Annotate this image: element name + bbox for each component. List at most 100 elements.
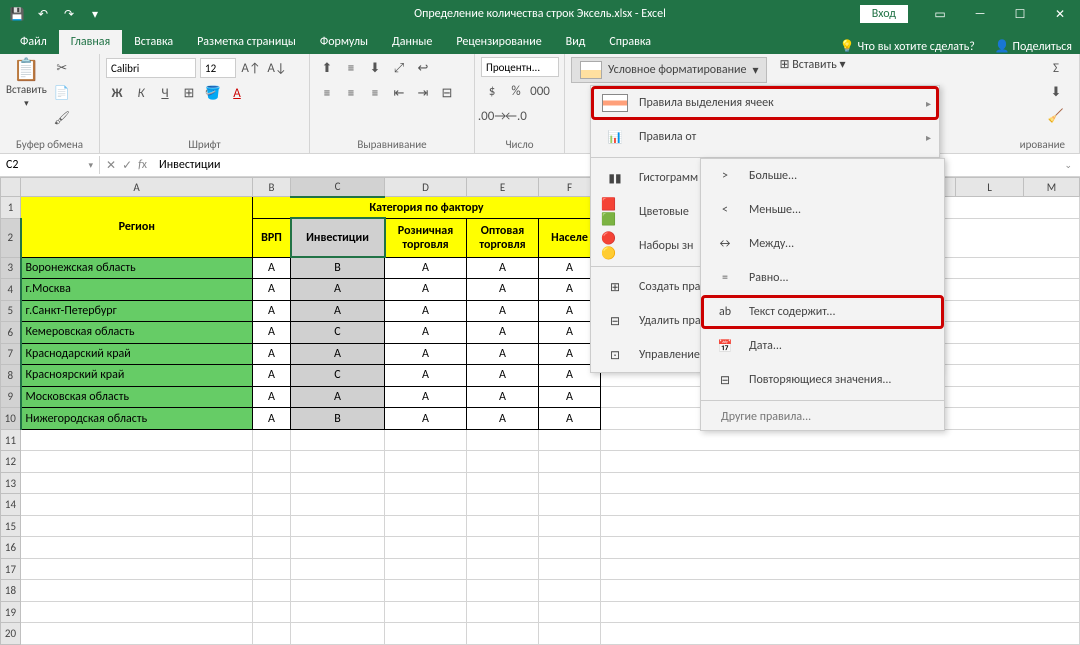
cell[interactable]: Воронежская область bbox=[21, 257, 253, 279]
cell[interactable]: A bbox=[291, 279, 385, 301]
cell[interactable]: A bbox=[253, 300, 291, 322]
cell[interactable]: A bbox=[539, 408, 601, 430]
cell[interactable]: A bbox=[253, 279, 291, 301]
row-header[interactable]: 5 bbox=[1, 300, 21, 322]
menu-date-occurring[interactable]: 📅Дата... bbox=[701, 329, 944, 363]
align-bottom-icon[interactable]: ⬇ bbox=[364, 57, 386, 79]
decrease-font-icon[interactable]: A↓ bbox=[266, 57, 288, 79]
cell[interactable]: A bbox=[385, 279, 467, 301]
row-header[interactable]: 1 bbox=[1, 197, 21, 219]
menu-greater-than[interactable]: >Больше... bbox=[701, 159, 944, 193]
bold-icon[interactable]: Ж bbox=[106, 82, 128, 104]
col-header[interactable]: E bbox=[467, 178, 539, 197]
percent-icon[interactable]: % bbox=[505, 80, 527, 102]
cell[interactable]: A bbox=[539, 386, 601, 408]
qat-customize-icon[interactable]: ▾ bbox=[86, 5, 104, 23]
cell[interactable]: A bbox=[467, 386, 539, 408]
format-painter-icon[interactable]: 🖌 bbox=[51, 107, 73, 129]
col-header[interactable]: D bbox=[385, 178, 467, 197]
menu-text-contains[interactable]: abТекст содержит... bbox=[701, 295, 944, 329]
orientation-icon[interactable]: ⤢ bbox=[388, 57, 410, 79]
cell[interactable]: A bbox=[467, 408, 539, 430]
tab-file[interactable]: Файл bbox=[8, 30, 59, 54]
tab-data[interactable]: Данные bbox=[380, 30, 444, 54]
cell[interactable]: A bbox=[291, 386, 385, 408]
fill-icon[interactable]: ⬇ bbox=[1045, 81, 1067, 103]
row-header[interactable]: 11 bbox=[1, 429, 21, 451]
cell[interactable]: A bbox=[467, 257, 539, 279]
tellme[interactable]: 💡 Что вы хотите сделать? bbox=[840, 39, 975, 54]
cell[interactable]: г.Москва bbox=[21, 279, 253, 301]
conditional-formatting-button[interactable]: Условное форматирование ▾ bbox=[571, 57, 767, 83]
cell[interactable]: A bbox=[385, 386, 467, 408]
row-header[interactable]: 4 bbox=[1, 279, 21, 301]
cancel-formula-icon[interactable]: ✕ bbox=[106, 158, 116, 173]
number-format-select[interactable] bbox=[481, 57, 559, 77]
row-header[interactable]: 8 bbox=[1, 365, 21, 387]
row-header[interactable]: 20 bbox=[1, 623, 21, 645]
cell[interactable]: Нижегородская область bbox=[21, 408, 253, 430]
fx-icon[interactable]: fx bbox=[138, 158, 147, 173]
currency-icon[interactable]: $ bbox=[481, 80, 503, 102]
comma-icon[interactable]: 000 bbox=[529, 80, 551, 102]
cell[interactable]: Краснодарский край bbox=[21, 343, 253, 365]
align-left-icon[interactable]: ≡ bbox=[316, 82, 338, 104]
ribbon-options-icon[interactable]: ▭ bbox=[920, 0, 960, 28]
cell[interactable]: C bbox=[291, 322, 385, 344]
col-header[interactable]: C bbox=[291, 178, 385, 197]
cell[interactable]: B bbox=[291, 408, 385, 430]
cell[interactable]: A bbox=[385, 343, 467, 365]
tab-layout[interactable]: Разметка страницы bbox=[185, 30, 308, 54]
cell[interactable]: A bbox=[291, 300, 385, 322]
cell[interactable]: A bbox=[253, 343, 291, 365]
row-header[interactable]: 19 bbox=[1, 601, 21, 623]
copy-icon[interactable]: 📄 bbox=[51, 82, 73, 104]
minimize-icon[interactable]: — bbox=[960, 0, 1000, 28]
cell[interactable]: A bbox=[253, 322, 291, 344]
italic-icon[interactable]: К bbox=[130, 82, 152, 104]
align-center-icon[interactable]: ≡ bbox=[340, 82, 362, 104]
cell[interactable]: B bbox=[291, 257, 385, 279]
cell[interactable]: A bbox=[253, 386, 291, 408]
cell[interactable]: Кемеровская область bbox=[21, 322, 253, 344]
tab-help[interactable]: Справка bbox=[597, 30, 663, 54]
row-header[interactable]: 14 bbox=[1, 494, 21, 516]
row-header[interactable]: 15 bbox=[1, 515, 21, 537]
menu-equal-to[interactable]: =Равно... bbox=[701, 261, 944, 295]
cell[interactable]: C bbox=[291, 365, 385, 387]
cell[interactable]: A bbox=[467, 365, 539, 387]
cell[interactable]: A bbox=[253, 408, 291, 430]
row-header[interactable]: 16 bbox=[1, 537, 21, 559]
cell[interactable]: Розничная торговля bbox=[385, 218, 467, 257]
underline-icon[interactable]: Ч bbox=[154, 82, 176, 104]
cell[interactable]: A bbox=[253, 257, 291, 279]
name-box[interactable]: C2▾ bbox=[0, 156, 100, 174]
cell[interactable]: A bbox=[385, 408, 467, 430]
close-icon[interactable]: ✕ bbox=[1040, 0, 1080, 28]
row-header[interactable]: 3 bbox=[1, 257, 21, 279]
merge-icon[interactable]: ⊟ bbox=[436, 82, 458, 104]
fill-color-icon[interactable]: 🪣 bbox=[202, 82, 224, 104]
increase-font-icon[interactable]: A↑ bbox=[240, 57, 262, 79]
row-header[interactable]: 10 bbox=[1, 408, 21, 430]
menu-less-than[interactable]: <Меньше... bbox=[701, 193, 944, 227]
cell[interactable]: A bbox=[385, 300, 467, 322]
cell[interactable]: Московская область bbox=[21, 386, 253, 408]
cell[interactable]: A bbox=[467, 279, 539, 301]
redo-icon[interactable]: ↷ bbox=[60, 5, 78, 23]
cell[interactable]: г.Санкт-Петербург bbox=[21, 300, 253, 322]
increase-decimal-icon[interactable]: .00→ bbox=[481, 105, 503, 127]
font-size-select[interactable] bbox=[200, 58, 236, 78]
cell[interactable]: A bbox=[385, 322, 467, 344]
row-header[interactable]: 7 bbox=[1, 343, 21, 365]
col-header[interactable]: M bbox=[1024, 178, 1080, 197]
row-header[interactable]: 2 bbox=[1, 218, 21, 257]
cell[interactable]: A bbox=[467, 343, 539, 365]
enter-formula-icon[interactable]: ✓ bbox=[122, 158, 132, 173]
row-header[interactable]: 6 bbox=[1, 322, 21, 344]
cell[interactable]: A bbox=[291, 343, 385, 365]
row-header[interactable]: 13 bbox=[1, 472, 21, 494]
cell[interactable]: A bbox=[467, 322, 539, 344]
tab-insert[interactable]: Вставка bbox=[122, 30, 185, 54]
cell[interactable]: Оптовая торговля bbox=[467, 218, 539, 257]
